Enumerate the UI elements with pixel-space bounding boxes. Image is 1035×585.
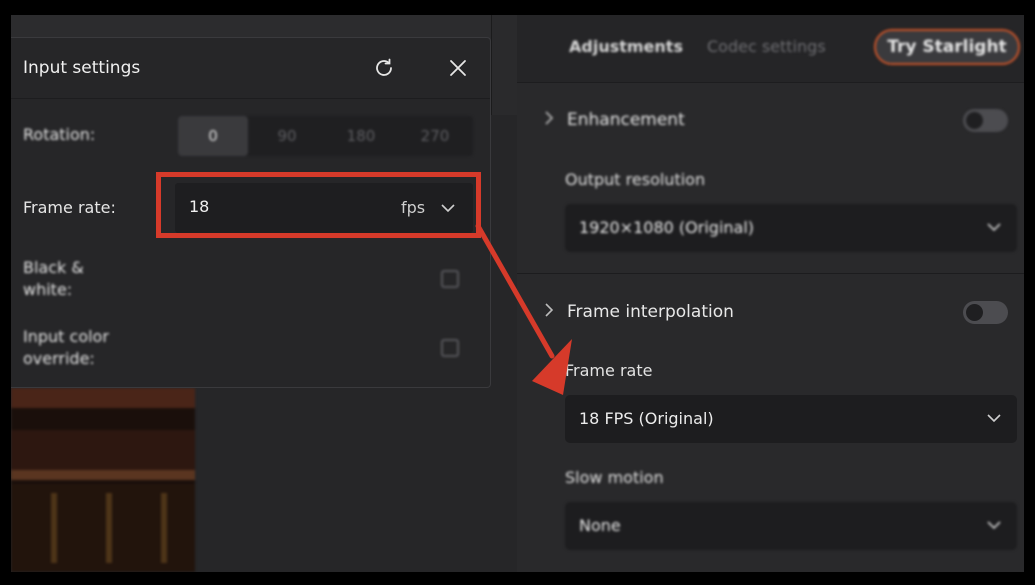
output-resolution-select[interactable]: 1920×1080 (Original): [565, 204, 1017, 252]
rotation-option-0[interactable]: 0: [178, 116, 248, 156]
chevron-right-icon: [543, 110, 557, 130]
close-icon[interactable]: [446, 56, 470, 80]
input-settings-dialog: Input settings Rotation: 0 90 180 270 Fr…: [11, 37, 491, 388]
video-thumbnail[interactable]: [11, 388, 195, 572]
rotation-option-90[interactable]: 90: [252, 116, 322, 156]
rotation-selector: 0 90 180 270: [178, 116, 473, 156]
enhancement-header[interactable]: Enhancement: [543, 110, 685, 130]
frame-interpolation-toggle[interactable]: [963, 301, 1008, 324]
tab-codec-settings[interactable]: Codec settings: [707, 37, 826, 56]
dialog-title: Input settings: [23, 58, 141, 78]
slow-motion-select[interactable]: None: [565, 502, 1017, 550]
dialog-divider: [11, 98, 490, 99]
chevron-down-icon: [985, 516, 1003, 534]
frame-rate-label: Frame rate:: [23, 198, 116, 217]
rotation-label: Rotation:: [23, 125, 96, 144]
output-resolution-label: Output resolution: [565, 170, 706, 189]
chevron-right-icon: [543, 302, 557, 322]
interp-frame-rate-select[interactable]: 18 FPS (Original): [565, 395, 1017, 443]
slow-motion-label: Slow motion: [565, 468, 664, 487]
tab-adjustments[interactable]: Adjustments: [569, 37, 683, 56]
chevron-down-icon: [985, 218, 1003, 236]
app-window: Input settings Rotation: 0 90 180 270 Fr…: [11, 15, 1024, 572]
chevron-down-icon[interactable]: [439, 199, 457, 217]
color-override-checkbox[interactable]: [441, 339, 459, 357]
toolbar-segment: [491, 15, 517, 115]
settings-panel: Adjustments Codec settings Try Starlight…: [517, 15, 1024, 572]
black-white-label: Black & white:: [23, 258, 84, 299]
enhancement-toggle[interactable]: [963, 109, 1008, 132]
interp-frame-rate-label: Frame rate: [565, 361, 653, 380]
rotation-option-180[interactable]: 180: [326, 116, 396, 156]
frame-rate-input[interactable]: 18 fps: [175, 183, 473, 233]
panel-tabs: Adjustments Codec settings Try Starlight: [517, 15, 1024, 83]
reset-icon[interactable]: [372, 56, 396, 80]
frame-rate-value[interactable]: 18: [189, 197, 209, 216]
section-divider: [517, 273, 1024, 274]
color-override-label: Input color override:: [23, 327, 109, 368]
black-white-checkbox[interactable]: [441, 270, 459, 288]
chevron-down-icon: [985, 409, 1003, 427]
rotation-option-270[interactable]: 270: [400, 116, 470, 156]
frame-rate-unit: fps: [401, 198, 426, 217]
try-starlight-button[interactable]: Try Starlight: [874, 29, 1020, 65]
frame-interpolation-header[interactable]: Frame interpolation: [543, 302, 734, 322]
preview-area: Input settings Rotation: 0 90 180 270 Fr…: [11, 15, 517, 572]
